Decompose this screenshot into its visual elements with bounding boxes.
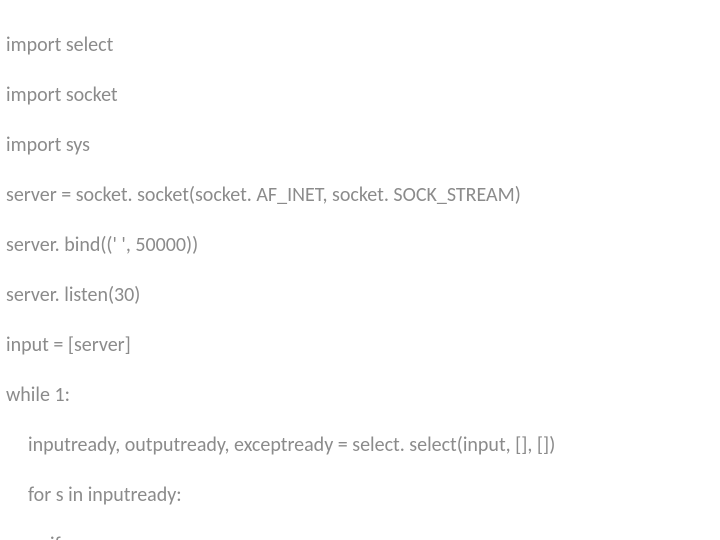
code-line: import socket [6,83,714,108]
code-line: server. listen(30) [6,283,714,308]
code-line: import sys [6,133,714,158]
code-line: while 1: [6,383,714,408]
code-line: inputready, outputready, exceptready = s… [6,433,714,458]
code-line: for s in inputready: [6,483,714,508]
code-block: import select import socket import sys s… [0,0,720,540]
code-line: server. bind((' ', 50000)) [6,233,714,258]
code-line: input = [server] [6,333,714,358]
code-line: import select [6,33,714,58]
code-line: if s == server: [6,533,714,540]
code-line: server = socket. socket(socket. AF_INET,… [6,183,714,208]
